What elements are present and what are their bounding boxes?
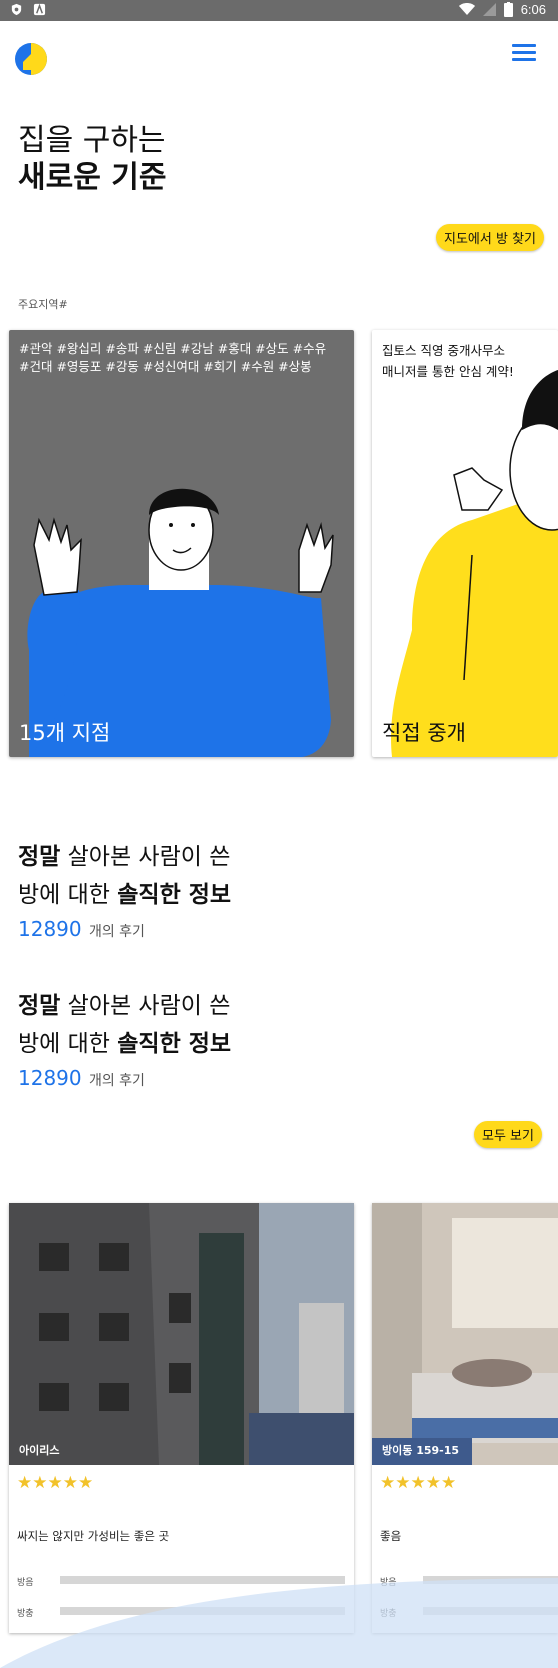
star-rating: ★★★★★: [17, 1473, 93, 1493]
review-text: 싸지는 않지만 가성비는 좋은 곳: [17, 1529, 170, 1543]
building-photo: [9, 1203, 354, 1465]
branch-card-direct[interactable]: 집토스 직영 중개사무소 매니저를 통한 안심 계약! 직접 중개: [372, 330, 558, 757]
hero-line1: 집을 구하는: [18, 123, 166, 158]
map-search-button[interactable]: 지도에서 방 찾기: [436, 224, 544, 251]
hero-line2: 새로운 기준: [18, 160, 167, 195]
branch-card-locations[interactable]: #관악 #왕십리 #송파 #신림 #강남 #홍대 #상도 #수유 #건대 #영등…: [9, 330, 354, 757]
review-count: 12890: [18, 917, 82, 941]
regions-label: 주요지역#: [18, 298, 68, 311]
info1-text1: 살아본 사람이 쓴: [60, 844, 231, 870]
review-place-name: 아이리스: [19, 1444, 60, 1457]
wifi-icon: [458, 3, 475, 15]
stars-icon: ★★★★★: [17, 1473, 94, 1493]
star-rating: ★★★★★: [380, 1473, 456, 1493]
info2-emph2: 솔직한 정보: [117, 1031, 232, 1057]
review-text: 좋음: [380, 1529, 402, 1543]
info1-emph1: 정말: [18, 844, 61, 870]
review-count-label: 개의 후기: [88, 1073, 145, 1089]
direct-broker-line1: 집토스 직영 중개사무소: [382, 343, 505, 358]
review-count-label: 개의 후기: [88, 924, 145, 940]
direct-broker-title: 직접 중개: [382, 721, 466, 745]
hamburger-menu-icon[interactable]: [512, 44, 538, 64]
region-tags: #관악 #왕십리 #송파 #신림 #강남 #홍대 #상도 #수유 #건대 #영등…: [19, 341, 327, 374]
branch-count-title: 15개 지점: [19, 721, 111, 745]
signal-icon: [482, 3, 496, 16]
see-all-button[interactable]: 모두 보기: [474, 1121, 542, 1148]
info1-emph2: 솔직한 정보: [117, 882, 232, 908]
info2-text2: 방에 대한: [18, 1031, 118, 1057]
stars-icon: ★★★★★: [380, 1473, 457, 1493]
person-waving-illustration: [27, 488, 334, 757]
review-count: 12890: [18, 1066, 82, 1090]
app-logo-icon[interactable]: [14, 42, 48, 76]
info1-text2: 방에 대한: [18, 882, 118, 908]
info-block-2: 정말 살아본 사람이 쓴 방에 대한 솔직한 정보 12890 개의 후기: [18, 987, 231, 1096]
background-wave: [0, 1578, 558, 1668]
shield-icon: [11, 3, 22, 16]
room-photo: [372, 1203, 558, 1465]
status-time: 6:06: [520, 2, 546, 17]
hero-heading: 집을 구하는 새로운 기준: [18, 122, 166, 196]
review-place-name: 방이동 159-15: [382, 1444, 460, 1457]
info2-emph1: 정말: [18, 993, 61, 1019]
info-block-1: 정말 살아본 사람이 쓴 방에 대한 솔직한 정보 12890 개의 후기: [18, 838, 231, 947]
battery-icon: [503, 2, 513, 17]
info2-text1: 살아본 사람이 쓴: [60, 993, 231, 1019]
status-bar: 6:06: [0, 0, 558, 21]
person-thumb-illustration: [391, 370, 558, 757]
android-icon: [33, 3, 46, 16]
